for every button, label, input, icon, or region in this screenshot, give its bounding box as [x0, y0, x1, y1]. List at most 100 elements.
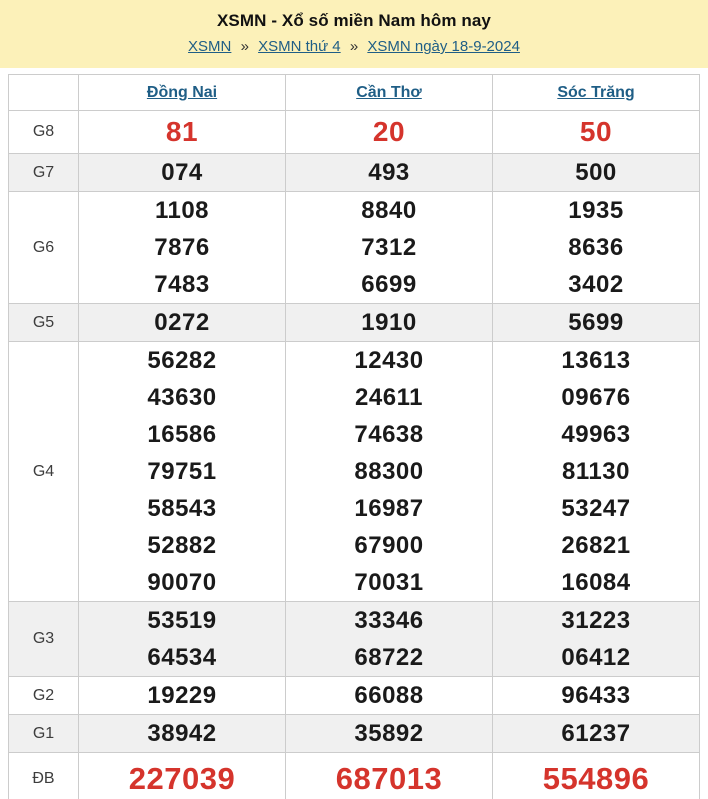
prize-cell: 493: [286, 154, 493, 192]
prize-cell: 20: [286, 111, 493, 154]
prize-number: 7876: [79, 229, 285, 266]
prize-cell: 074: [79, 154, 286, 192]
prize-number: 09676: [493, 379, 699, 416]
prize-number: 49963: [493, 416, 699, 453]
prize-label: G1: [9, 715, 79, 753]
prize-cell: 687013: [286, 753, 493, 799]
breadcrumb: XSMN » XSMN thứ 4 » XSMN ngày 18-9-2024: [0, 38, 708, 55]
prize-number: 20: [286, 111, 492, 153]
prize-number: 35892: [286, 715, 492, 752]
prize-cell: 3334668722: [286, 602, 493, 677]
prize-row-g6: G6110878767483884073126699193586363402: [9, 192, 700, 304]
breadcrumb-link-xsmn-date[interactable]: XSMN ngày 18-9-2024: [367, 38, 520, 55]
prize-number: 074: [79, 154, 285, 191]
prize-cell: 5351964534: [79, 602, 286, 677]
breadcrumb-separator: »: [350, 38, 358, 55]
prize-label: G8: [9, 111, 79, 154]
prize-number: 6699: [286, 266, 492, 303]
prize-number: 19229: [79, 677, 285, 714]
breadcrumb-link-xsmn[interactable]: XSMN: [188, 38, 231, 55]
prize-number: 56282: [79, 342, 285, 379]
prize-number: 43630: [79, 379, 285, 416]
prize-number: 06412: [493, 639, 699, 676]
prize-cell: 227039: [79, 753, 286, 799]
prize-cell: 96433: [493, 677, 700, 715]
prize-number: 70031: [286, 564, 492, 601]
prize-number: 33346: [286, 602, 492, 639]
prize-label: G6: [9, 192, 79, 304]
prize-cell: 554896: [493, 753, 700, 799]
prize-cell: 56282436301658679751585435288290070: [79, 342, 286, 602]
breadcrumb-separator: »: [241, 38, 249, 55]
table-header-row: Đồng Nai Cần Thơ Sóc Trăng: [9, 75, 700, 111]
prize-row-g8: G8812050: [9, 111, 700, 154]
prize-row-g1: G1389423589261237: [9, 715, 700, 753]
column-header-can-tho: Cần Thơ: [286, 75, 493, 111]
prize-cell: 61237: [493, 715, 700, 753]
prize-label: G2: [9, 677, 79, 715]
prize-row-g4: G456282436301658679751585435288290070124…: [9, 342, 700, 602]
prize-number: 0272: [79, 304, 285, 341]
prize-label: G4: [9, 342, 79, 602]
province-link-can-tho[interactable]: Cần Thơ: [356, 84, 422, 101]
prize-number: 90070: [79, 564, 285, 601]
prize-cell: 13613096764996381130532472682116084: [493, 342, 700, 602]
prize-cell: 35892: [286, 715, 493, 753]
prize-number: 81: [79, 111, 285, 153]
prize-cell: 1910: [286, 304, 493, 342]
province-link-dong-nai[interactable]: Đồng Nai: [147, 84, 217, 101]
prize-number: 7483: [79, 266, 285, 303]
page-header: XSMN - Xổ số miền Nam hôm nay XSMN » XSM…: [0, 0, 708, 68]
prize-number: 53247: [493, 490, 699, 527]
prize-number: 81130: [493, 453, 699, 490]
prize-number: 1910: [286, 304, 492, 341]
page-title: XSMN - Xổ số miền Nam hôm nay: [0, 11, 708, 31]
prize-number: 68722: [286, 639, 492, 676]
prize-number: 31223: [493, 602, 699, 639]
prize-number: 58543: [79, 490, 285, 527]
prize-cell: 5699: [493, 304, 700, 342]
prize-cell: 50: [493, 111, 700, 154]
prize-cell: 19229: [79, 677, 286, 715]
prize-cell: 110878767483: [79, 192, 286, 304]
prize-label: ĐB: [9, 753, 79, 799]
prize-number: 16084: [493, 564, 699, 601]
prize-label: G7: [9, 154, 79, 192]
prize-number: 1935: [493, 192, 699, 229]
prize-number: 1108: [79, 192, 285, 229]
column-header-soc-trang: Sóc Trăng: [493, 75, 700, 111]
column-header-dong-nai: Đồng Nai: [79, 75, 286, 111]
prize-row-g5: G5027219105699: [9, 304, 700, 342]
prize-number: 554896: [493, 753, 699, 799]
prize-number: 16987: [286, 490, 492, 527]
prize-number: 79751: [79, 453, 285, 490]
prize-cell: 66088: [286, 677, 493, 715]
prize-number: 64534: [79, 639, 285, 676]
results-body: G8812050G7074493500G61108787674838840731…: [9, 111, 700, 799]
prize-number: 227039: [79, 753, 285, 799]
prize-number: 500: [493, 154, 699, 191]
lottery-results-table: Đồng Nai Cần Thơ Sóc Trăng G8812050G7074…: [8, 74, 700, 799]
prize-cell: 81: [79, 111, 286, 154]
prize-number: 493: [286, 154, 492, 191]
prize-number: 8840: [286, 192, 492, 229]
prize-cell: 884073126699: [286, 192, 493, 304]
prize-number: 53519: [79, 602, 285, 639]
prize-number: 5699: [493, 304, 699, 341]
prize-number: 3402: [493, 266, 699, 303]
prize-label: G5: [9, 304, 79, 342]
prize-cell: 0272: [79, 304, 286, 342]
prize-number: 88300: [286, 453, 492, 490]
prize-number: 8636: [493, 229, 699, 266]
prize-number: 96433: [493, 677, 699, 714]
prize-number: 12430: [286, 342, 492, 379]
prize-cell: 3122306412: [493, 602, 700, 677]
prize-number: 66088: [286, 677, 492, 714]
province-link-soc-trang[interactable]: Sóc Trăng: [557, 84, 634, 101]
prize-row-g3: G3535196453433346687223122306412: [9, 602, 700, 677]
breadcrumb-link-xsmn-weekday[interactable]: XSMN thứ 4: [258, 38, 341, 55]
prize-cell: 193586363402: [493, 192, 700, 304]
prize-number: 16586: [79, 416, 285, 453]
prize-column-header: [9, 75, 79, 111]
prize-number: 52882: [79, 527, 285, 564]
